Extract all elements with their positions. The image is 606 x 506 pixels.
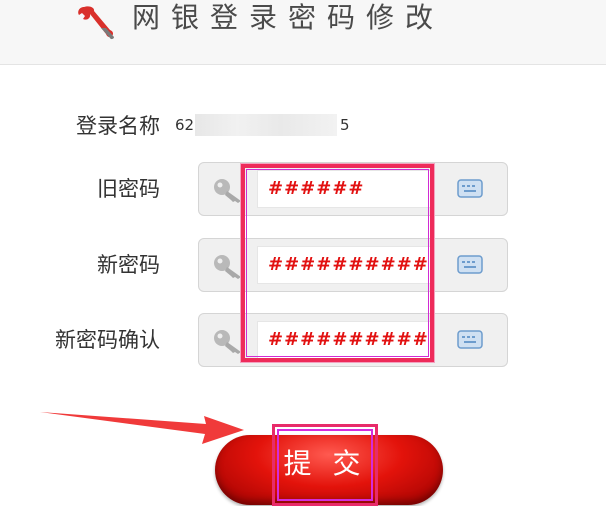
login-name-label: 登录名称 xyxy=(76,114,160,138)
key-icon xyxy=(214,179,241,203)
login-name-prefix: 62 xyxy=(175,116,195,134)
login-name-suffix: 5 xyxy=(340,116,350,134)
key-icon xyxy=(214,330,241,354)
password-highlight-inner-box xyxy=(246,169,429,357)
page-header: 网银登录密码修改 xyxy=(0,0,606,65)
login-name-mask xyxy=(195,114,337,136)
keyboard-icon[interactable] xyxy=(457,329,483,351)
login-name-value: 62 5 xyxy=(175,110,355,140)
submit-highlight-inner-box xyxy=(277,429,373,501)
keyboard-icon[interactable] xyxy=(457,254,483,276)
new-password-label: 新密码 xyxy=(97,253,160,277)
pointer-arrow-icon xyxy=(40,412,244,444)
wrench-icon xyxy=(78,6,114,40)
confirm-password-label: 新密码确认 xyxy=(55,328,160,352)
old-password-label: 旧密码 xyxy=(97,177,160,201)
keyboard-icon[interactable] xyxy=(457,178,483,200)
page-title: 网银登录密码修改 xyxy=(132,1,445,34)
key-icon xyxy=(214,255,241,279)
